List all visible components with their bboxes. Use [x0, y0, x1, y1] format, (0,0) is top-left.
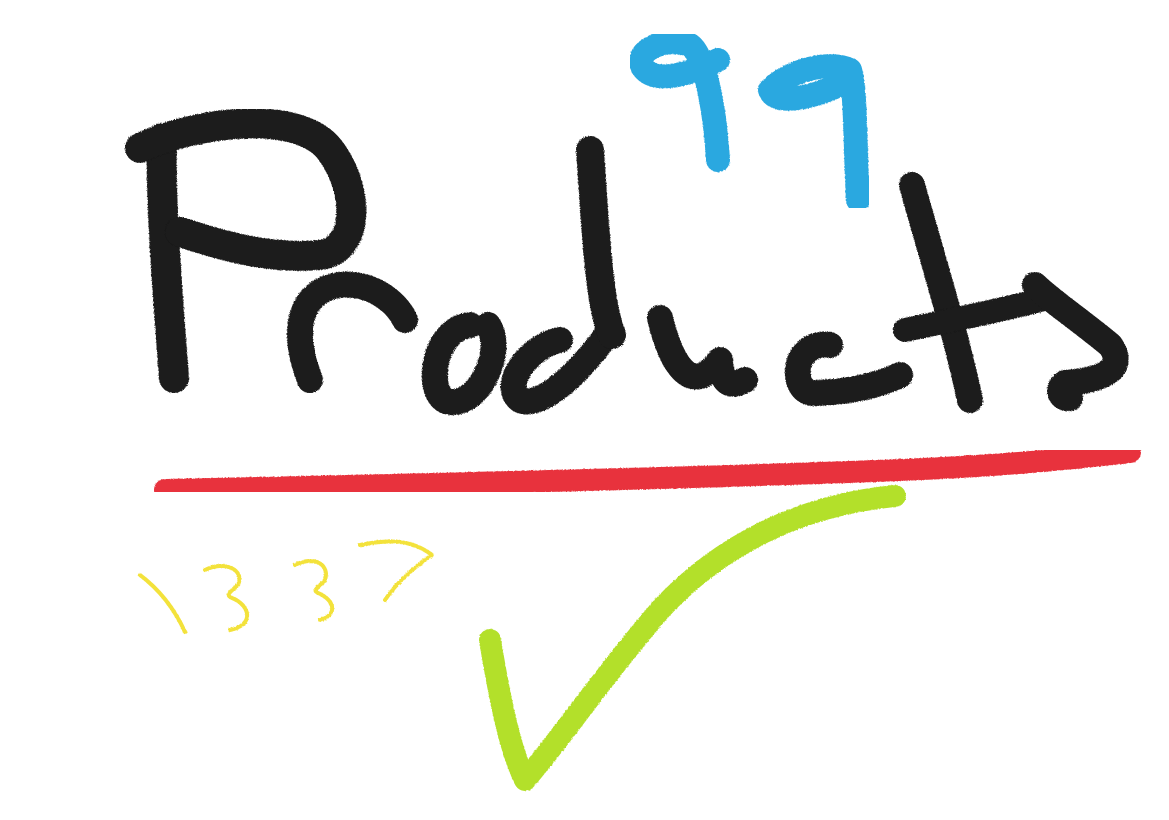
handwritten-word-products — [125, 108, 1129, 415]
checkmark-icon — [479, 485, 906, 791]
handwritten-number-99 — [629, 30, 870, 212]
handwritten-number-1337 — [138, 539, 434, 634]
drawing-canvas[interactable] — [0, 0, 1169, 820]
underline-stroke — [154, 441, 1141, 501]
handwriting-sketch — [125, 30, 1141, 791]
